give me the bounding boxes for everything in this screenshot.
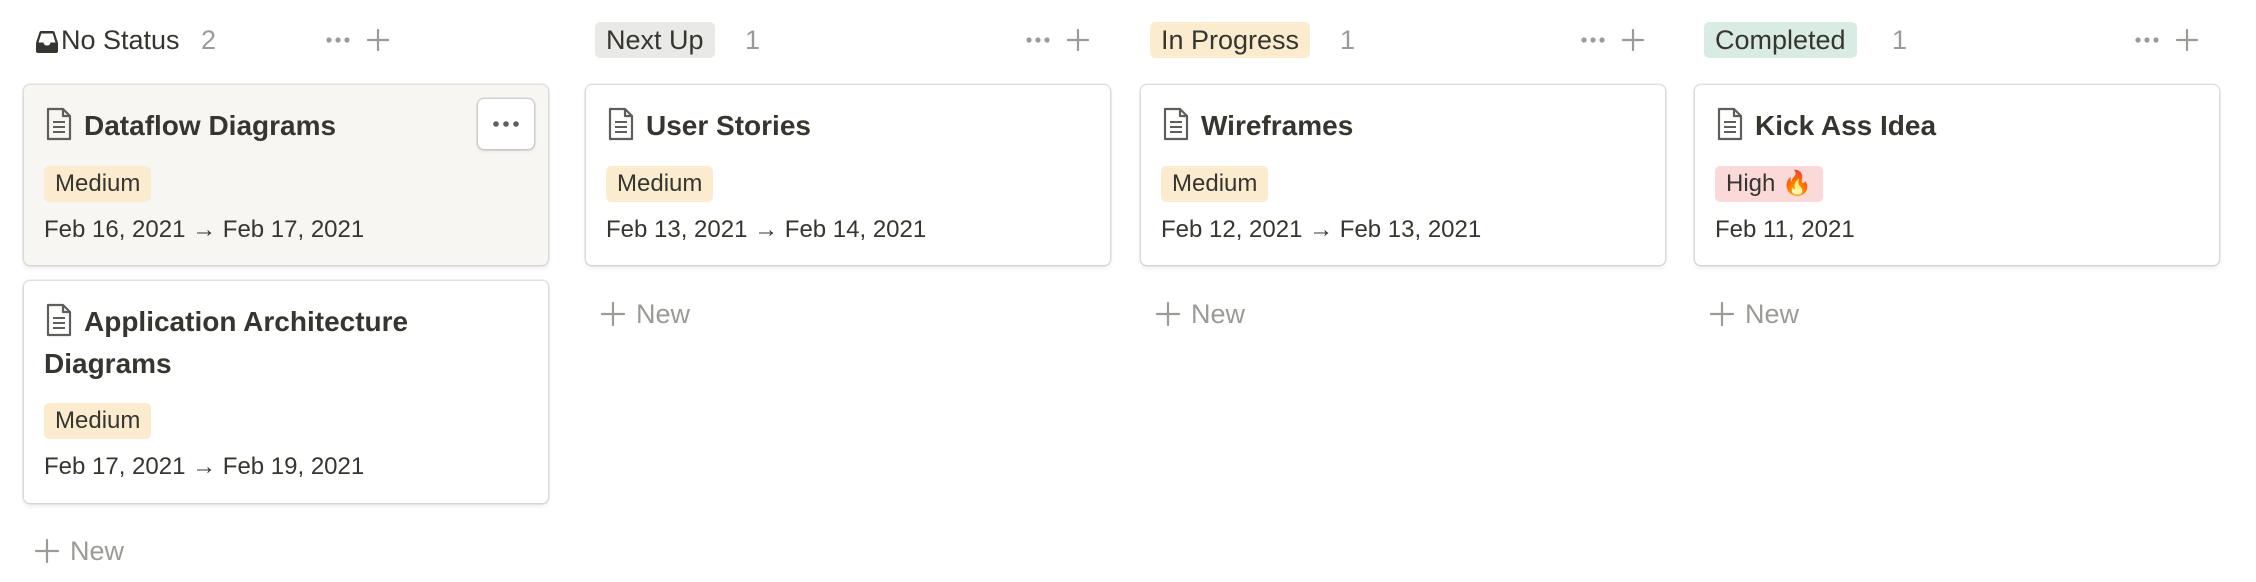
more-horizontal-icon[interactable] bbox=[2129, 22, 2165, 58]
more-horizontal-icon[interactable] bbox=[1575, 22, 1611, 58]
card-title: Wireframes bbox=[1161, 105, 1645, 147]
card-more-button[interactable] bbox=[478, 99, 534, 149]
new-label: New bbox=[636, 299, 691, 329]
more-horizontal-icon[interactable] bbox=[320, 22, 356, 58]
more-horizontal-icon[interactable] bbox=[1020, 22, 1056, 58]
date-range: Feb 12, 2021 → Feb 13, 2021 bbox=[1161, 216, 1482, 243]
card-title-text: Wireframes bbox=[1201, 110, 1354, 141]
more-horizontal-icon bbox=[493, 121, 519, 127]
card-title: Dataflow Diagrams bbox=[44, 105, 528, 147]
new-card-button[interactable]: New bbox=[34, 531, 124, 571]
card-title-text: Application Architecture Diagrams bbox=[44, 306, 409, 379]
column-header: No Status 2 bbox=[33, 18, 557, 62]
plus-icon bbox=[34, 538, 60, 564]
plus-icon[interactable] bbox=[2169, 22, 2205, 58]
date-range: Feb 17, 2021 → Feb 19, 2021 bbox=[44, 453, 365, 480]
board-card[interactable]: Dataflow Diagrams Medium Feb 16, 2021 → … bbox=[24, 85, 548, 265]
new-card-button[interactable]: New bbox=[1709, 294, 1799, 334]
column-title[interactable]: Completed bbox=[1704, 22, 1857, 58]
plus-icon[interactable] bbox=[1615, 22, 1651, 58]
column-count: 1 bbox=[1892, 25, 1908, 55]
priority-tag: Medium bbox=[44, 166, 152, 202]
inbox-icon bbox=[33, 24, 61, 60]
card-title-text: Kick Ass Idea bbox=[1755, 110, 1937, 141]
new-label: New bbox=[1745, 299, 1800, 329]
plus-icon bbox=[1709, 301, 1735, 327]
column-count: 1 bbox=[745, 25, 761, 55]
card-title: Kick Ass Idea bbox=[1715, 105, 2199, 147]
card-title: User Stories bbox=[606, 105, 1090, 147]
priority-tag: Medium bbox=[606, 166, 714, 202]
priority-tag: Medium bbox=[44, 403, 152, 439]
column-title[interactable]: In Progress bbox=[1150, 22, 1311, 58]
date-range: Feb 13, 2021 → Feb 14, 2021 bbox=[606, 216, 927, 243]
column-header: Completed 1 bbox=[1704, 18, 2228, 62]
board-card[interactable]: Application Architecture Diagrams Medium… bbox=[24, 281, 548, 503]
kanban-board: No Status 2 Dataflow Diagrams Medium Feb… bbox=[0, 0, 2256, 582]
page-document-icon bbox=[46, 107, 72, 141]
board-card[interactable]: Wireframes Medium Feb 12, 2021 → Feb 13,… bbox=[1141, 85, 1665, 265]
new-card-button[interactable]: New bbox=[600, 294, 690, 334]
plus-icon[interactable] bbox=[360, 22, 396, 58]
column-count: 1 bbox=[1340, 25, 1356, 55]
board-card[interactable]: User Stories Medium Feb 13, 2021 → Feb 1… bbox=[586, 85, 1110, 265]
column-header: In Progress 1 bbox=[1150, 18, 1674, 62]
card-title-text: User Stories bbox=[646, 110, 811, 141]
date-range: Feb 16, 2021 → Feb 17, 2021 bbox=[44, 216, 365, 243]
new-card-button[interactable]: New bbox=[1155, 294, 1245, 334]
card-title-text: Dataflow Diagrams bbox=[84, 110, 337, 141]
column-count: 2 bbox=[201, 25, 217, 55]
plus-icon bbox=[1155, 301, 1181, 327]
priority-tag: High 🔥 bbox=[1715, 166, 1823, 202]
column-header: Next Up 1 bbox=[595, 18, 1119, 62]
card-title: Application Architecture Diagrams bbox=[44, 301, 528, 385]
priority-tag: Medium bbox=[1161, 166, 1269, 202]
new-label: New bbox=[1191, 299, 1246, 329]
page-document-icon bbox=[46, 303, 72, 337]
plus-icon bbox=[600, 301, 626, 327]
column-title[interactable]: No Status bbox=[61, 22, 180, 58]
plus-icon[interactable] bbox=[1060, 22, 1096, 58]
page-document-icon bbox=[608, 107, 634, 141]
page-document-icon bbox=[1163, 107, 1189, 141]
new-label: New bbox=[70, 536, 125, 566]
board-card[interactable]: Kick Ass Idea High 🔥 Feb 11, 2021 bbox=[1695, 85, 2219, 265]
page-document-icon bbox=[1717, 107, 1743, 141]
date-range: Feb 11, 2021 bbox=[1715, 216, 1855, 243]
column-title[interactable]: Next Up bbox=[595, 22, 715, 58]
